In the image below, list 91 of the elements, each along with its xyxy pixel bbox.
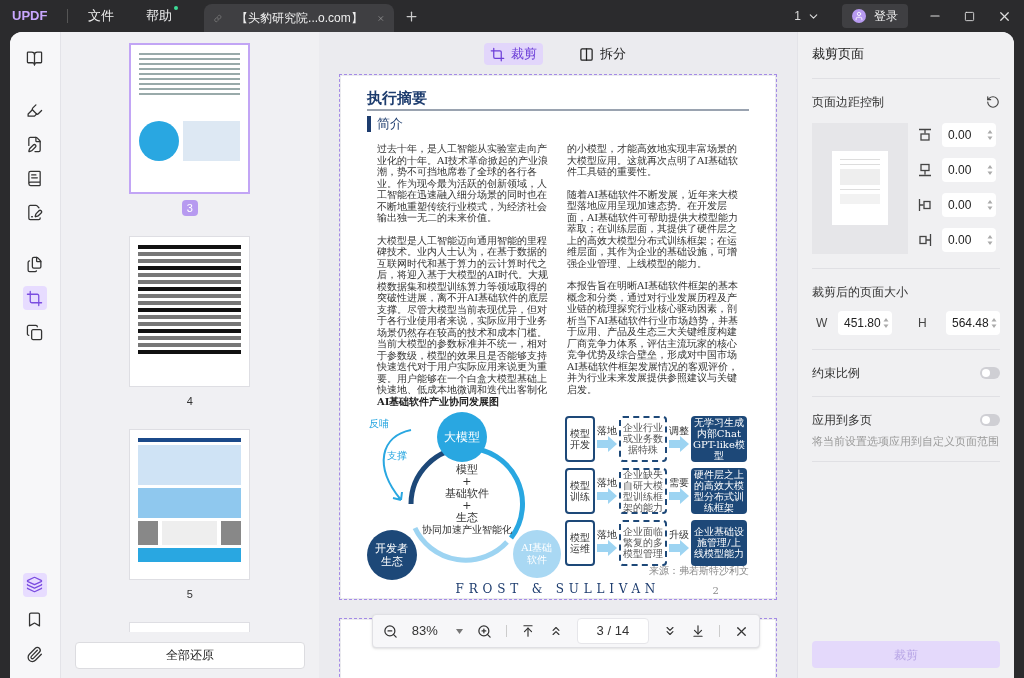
page-number: 4 [185,394,194,409]
figure-source: 来源：弗若斯特沙利文 [648,565,749,576]
number-field[interactable]: 564.48 [946,310,1000,335]
reset-icon[interactable] [986,94,1000,109]
zoom-in-icon[interactable] [476,623,492,639]
bottom-margin-icon [918,162,932,177]
toggle-switch[interactable] [980,366,1000,379]
diagram-text: 模型 [455,463,478,476]
issue-box: 企业缺失自研大模型训练框架的能力 [618,467,667,514]
body-paragraph: 大模型是人工智能迈向通用智能的里程碑技术。业内人士认为，在基于数据的互联网时代和基于算力的云计算时代之后，将迎入基于大模型的AI时代。大规模数据集和模型训练算力等领域取得的突破性进展，离不开AI基础软件的底层支撑。尽管大模型当前表现优异，但对于各行业使用者来说，实际应用于业务场景仍然存在较高的技术和成本门槛。当前大模型的参数标准并不统一，相对于参数级，模型的效果且是否能够支持快速迭代对于用户实际应用来说更为重要。用户能够在一个白盒大模型基础上快速地、低成本地微调和迭代出客制化 [376,234,549,396]
section-heading: 简介 [376,114,403,133]
right-margin-icon [918,232,932,247]
first-page-icon[interactable] [520,624,535,638]
body-paragraph: 过去十年，是人工智能从实验室走向产业化的十年。AI技术革命掀起的产业浪潮，势不可挡地席卷了全球的各行各业。作为现今最为活跃的创新领域，人工智能在迅速融入细分场景的同时也在不断地重塑传统行业模式，为经济社会输出独一无二的未来价值。 [376,143,549,224]
mode-tab[interactable]: 拆分 [572,43,632,65]
new-tab-icon[interactable] [404,8,420,24]
number-field[interactable]: 0.00 [942,122,996,147]
arrow-icon [668,436,689,453]
page-field[interactable]: 3 / 14 [576,618,649,644]
brand-wordmark: FROST & SULLIVAN [455,581,661,598]
window-count-button[interactable]: 1 [794,7,820,25]
stage-box: 模型训练 [564,467,595,514]
page-number: 5 [185,587,194,602]
left-margin-icon [918,197,932,212]
diagram-text: + [462,499,472,512]
caret-icon [455,628,463,634]
arrow-icon [668,488,689,505]
option-hint: 将当前设置选项应用到自定义页面范围 [812,432,1000,462]
panel-title: 裁剪页面 [812,32,1000,79]
arrow-icon [668,540,689,557]
split-icon [578,46,594,62]
tab-title: 【头豹研究院...o.com】 [236,10,363,27]
issue-box: 企业行业或业务数据特殊 [618,415,667,462]
number-field[interactable]: 451.80 [838,310,892,335]
diagram-text: 生态 [455,511,478,524]
result-box: 企业基础设施管理/上线模型能力 [690,519,747,566]
page-thumbnail[interactable] [129,43,251,194]
option-label: 应用到多页 [812,411,872,429]
mode-tab[interactable]: 裁剪 [483,43,543,65]
layers-icon[interactable] [22,572,47,597]
arrow-icon [596,540,617,557]
restore-all-button[interactable]: 全部还原 [74,641,305,669]
top-margin-icon [918,127,932,142]
menu-item[interactable]: 文件 [88,6,115,26]
page-thumbnail[interactable] [129,429,251,580]
page-thumbnail[interactable] [129,236,251,387]
section-label: 裁剪后的页面大小 [812,283,909,301]
option-label: 约束比例 [812,364,860,382]
number-field[interactable]: 0.00 [942,192,996,217]
arrow-label: 需要 [668,477,689,489]
diagram-label: 反哺 [368,417,389,429]
arrow-label: 升级 [668,529,689,541]
crop-icon [489,46,505,62]
stage-box: 模型运维 [564,519,595,566]
zoom-dropdown[interactable]: 83% [411,621,463,641]
body-paragraph: 本报告旨在明晰AI基础软件框架的基本概念和分类，通过对行业发展历程及产业链的梳理探究行业核心驱动因素，剖析当下AI基础软件行业市场趋势，并基于应用、产品及生态三大关键维度构建厂商竞争力体系，评估主流玩家的核心竞争优势及综合壁垒，形成对中国市场AI基础软件框架发展情况的客观评价，并为行业未来发展提供参照建议与关键启发。 [566,280,739,396]
page-number: 2 [712,584,719,598]
page-heading: 执行摘要 [366,88,428,108]
menu-item[interactable]: 帮助 [146,6,173,26]
figure-title: AI基础软件产业协同发展图 [376,395,501,408]
diagram-text: + [462,475,472,488]
issue-box: 企业面临繁复的多模型管理 [618,519,667,566]
toggle-switch[interactable] [980,413,1000,426]
avatar-icon [852,9,866,23]
body-paragraph: 的小模型，才能高效地实现丰富场景的大模型应用。这就再次点明了AI基础软件工具链的重要性。 [566,143,739,178]
number-field[interactable]: 0.00 [942,227,996,252]
zoom-out-icon[interactable] [382,623,398,639]
section-label: 页面边距控制 [812,93,884,111]
width-label: W [815,314,829,332]
number-field[interactable]: 0.00 [942,157,996,182]
page-number: 3 [181,200,198,216]
login-button[interactable]: 登录 [842,4,908,28]
result-box: 硬件层之上的高效大模型分布式训练框架 [690,467,747,514]
arrow-label: 落地 [596,425,617,437]
diagram-text: 协同加速产业智能化 [421,523,512,536]
app-logo: UPDF [12,7,48,26]
result-box: 无学习生成内部ChatGPT-like模型 [690,415,747,462]
arrow-icon [596,488,617,505]
height-label: H [918,314,928,332]
arrow-label: 落地 [596,529,617,541]
diagram-label: 支撑 [386,449,407,461]
document-tab[interactable]: 【头豹研究院...o.com】 [204,4,395,32]
arrow-label: 调整 [668,425,689,437]
maximize-icon[interactable] [964,10,975,22]
stage-box: 模型开发 [564,415,595,462]
arrow-label: 落地 [596,477,617,489]
last-page-icon[interactable] [690,624,705,638]
crop-icon[interactable] [22,286,47,310]
body-paragraph: 随着AI基础软件不断发展，近年来大模型落地应用呈现加速态势。在开发层面，AI基础软件可帮助提供大模型能力萃取；在训练层面，其提供了硬件层之上的高效大模型分布式训练框架；在运维层面，其作为企业的基础设施，可增强企业管理、上线模型的能力。 [566,188,739,270]
diagram-text: 基础软件 [444,487,489,500]
arrow-icon [596,436,617,453]
